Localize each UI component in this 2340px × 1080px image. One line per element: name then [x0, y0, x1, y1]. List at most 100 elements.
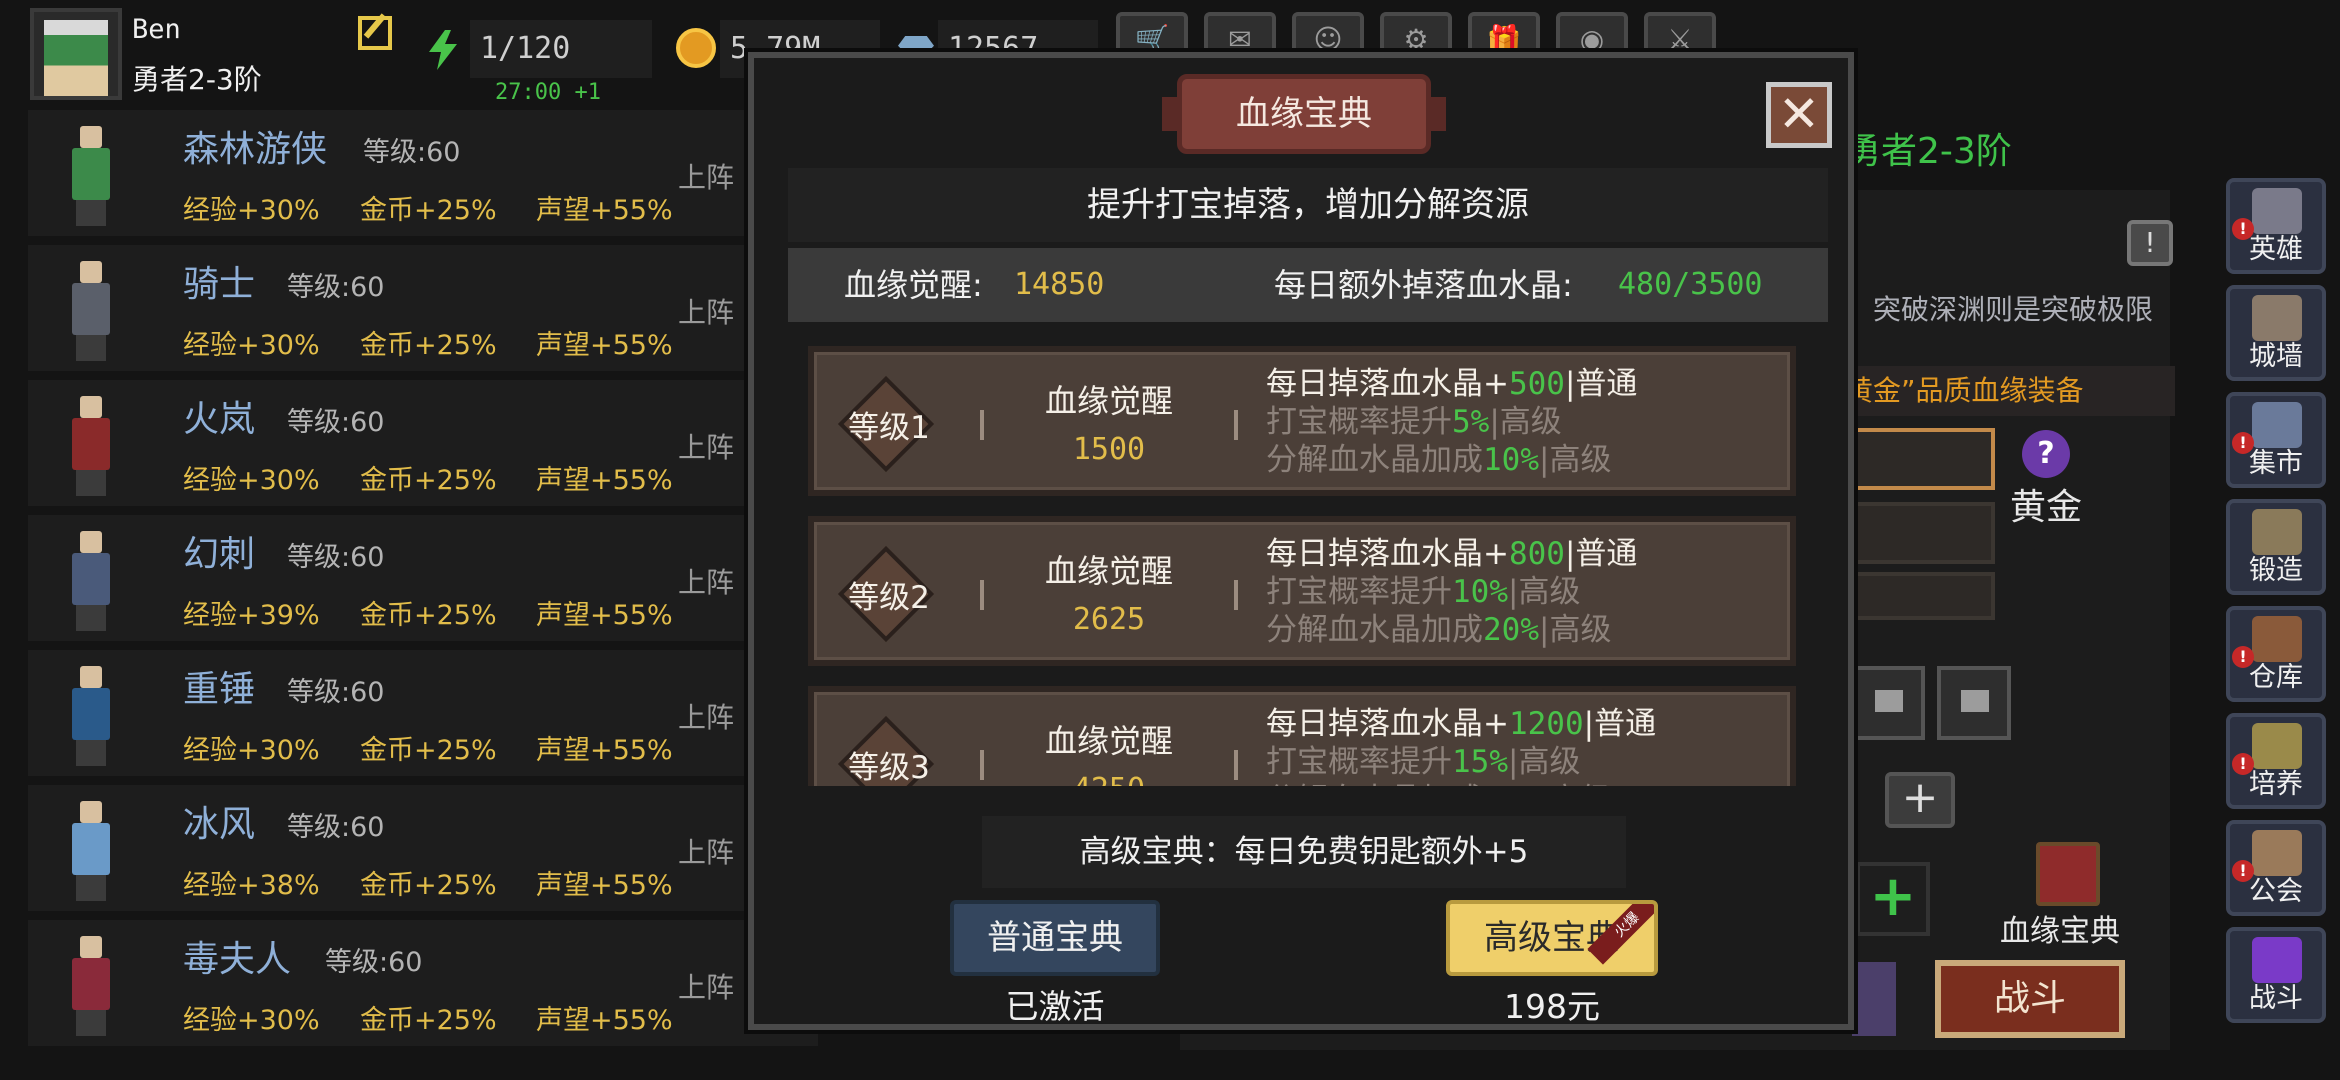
hero-sprite — [50, 120, 132, 230]
modal-title: 血缘宝典 — [1162, 74, 1446, 154]
side-menu-button[interactable]: ! 仓库 — [2226, 606, 2326, 702]
locked-slot-lock-icon[interactable] — [1851, 666, 1925, 740]
side-menu-label: 培养 — [2249, 769, 2303, 800]
tier-reward-line: 分解血水晶加成10%|高级 — [1266, 434, 1611, 479]
hero-sprite — [50, 255, 132, 365]
hero-name: 火岚 — [183, 399, 256, 440]
premium-codex-price: 198元 — [1504, 987, 1600, 1026]
daily-drop-value: 480/3500 — [1618, 267, 1763, 302]
premium-codex-button[interactable]: 高级宝典 火爆 — [1446, 900, 1658, 976]
add-green-button[interactable]: + — [1856, 862, 1930, 936]
hero-exp-bonus: 经验+30% — [183, 330, 320, 361]
hero-sprite-head — [80, 801, 102, 823]
add-button[interactable]: + — [1885, 772, 1955, 828]
stamina-counter: 1/120 — [470, 20, 652, 78]
edit-name-icon[interactable] — [358, 16, 392, 50]
hero-gold-bonus: 金币+25% — [360, 195, 497, 226]
fight-button[interactable]: 战斗 — [1935, 960, 2125, 1038]
side-menu-label: 集市 — [2249, 448, 2303, 479]
hero-gold-bonus: 金币+25% — [360, 1005, 497, 1036]
hero-deploy-button[interactable]: 上阵 — [678, 561, 734, 601]
hero-name: 重锤 — [183, 669, 256, 710]
side-menu-button[interactable]: ! 培养 — [2226, 713, 2326, 809]
tier-level-label: 等级3 — [848, 750, 930, 786]
tier-card: 等级2 血缘觉醒 2625 每日掉落血水晶+800|普通 打宝概率提升10%|高级 分解血… — [808, 516, 1796, 666]
hero-gold-bonus: 金币+25% — [360, 870, 497, 901]
hero-exp-bonus: 经验+30% — [183, 1005, 320, 1036]
hero-sprite-body — [72, 688, 110, 740]
player-avatar[interactable] — [30, 8, 122, 100]
bloodline-stats: 血缘觉醒: 14850 每日额外掉落血水晶: 480/3500 — [788, 248, 1828, 322]
side-menu-label: 战斗 — [2249, 983, 2303, 1014]
hero-row[interactable]: 毒夫人 等级:60 经验+30% 金币+25% 声望+55% 上阵 — [28, 920, 818, 1050]
divider — [1234, 580, 1238, 610]
tier-reward-grade: |高级 — [1539, 612, 1612, 648]
question-icon[interactable]: ? — [2022, 430, 2070, 478]
hero-sprite-legs — [76, 740, 106, 766]
side-menu-button[interactable]: 城墙 — [2226, 285, 2326, 381]
tier-reward-value: 30% — [1483, 782, 1539, 786]
hero-exp-bonus: 经验+39% — [183, 600, 320, 631]
hero-sprite-body — [72, 148, 110, 200]
hero-sprite-legs — [76, 605, 106, 631]
tier-reward-grade: |高级 — [1539, 442, 1612, 478]
avatar-portrait — [44, 20, 108, 96]
hero-deploy-button[interactable]: 上阵 — [678, 291, 734, 331]
background-description: ，突破深渊则是突破极限 — [1845, 293, 2154, 326]
hero-deploy-button[interactable]: 上阵 — [678, 156, 734, 196]
hero-row[interactable]: 重锤 等级:60 经验+30% 金币+25% 声望+55% 上阵 — [28, 650, 818, 780]
hero-fame-bonus: 声望+55% — [536, 870, 673, 901]
hero-name: 幻刺 — [183, 534, 256, 575]
modal-subtitle: 提升打宝掉落，增加分解资源 — [788, 168, 1828, 242]
hero-sprite-legs — [76, 1010, 106, 1036]
basic-codex-button[interactable]: 普通宝典 — [950, 900, 1160, 976]
hero-fame-bonus: 声望+55% — [536, 735, 673, 766]
equip-slot[interactable] — [1845, 572, 1995, 620]
premium-note: 高级宝典：每日免费钥匙额外+5 — [982, 816, 1626, 888]
side-menu-button[interactable]: ! 英雄 — [2226, 178, 2326, 274]
background-gold-banner: 黄金”品质血缘装备 — [1845, 366, 2175, 416]
side-menu-button[interactable]: ! 公会 — [2226, 820, 2326, 916]
bloodline-codex-modal: 血缘宝典 ✕ 提升打宝掉落，增加分解资源 血缘觉醒: 14850 每日额外掉落血… — [748, 52, 1854, 1030]
hero-row[interactable]: 幻刺 等级:60 经验+39% 金币+25% 声望+55% 上阵 — [28, 515, 818, 645]
tier-reward-line: 分解血水晶加成30%|高级 — [1266, 774, 1611, 786]
tier-requirement-value: 1500 — [1072, 432, 1146, 467]
hero-row[interactable]: 骑士 等级:60 经验+30% 金币+25% 声望+55% 上阵 — [28, 245, 818, 375]
hero-name: 冰风 — [183, 804, 256, 845]
tier-reward-grade: |高级 — [1539, 782, 1611, 786]
tier-requirement-label: 血缘觉醒 — [1044, 552, 1173, 590]
tier-requirement-value: 2625 — [1072, 602, 1146, 637]
hero-deploy-button[interactable]: 上阵 — [678, 696, 734, 736]
side-menu-button[interactable]: 战斗 — [2226, 927, 2326, 1023]
equip-slot[interactable] — [1845, 428, 1995, 490]
hero-name: 毒夫人 — [183, 939, 292, 980]
hero-deploy-button[interactable]: 上阵 — [678, 426, 734, 466]
tier-reward-value: 20% — [1483, 612, 1539, 648]
hero-sprite — [50, 525, 132, 635]
locked-slot-lock-icon[interactable] — [1937, 666, 2011, 740]
equip-slot[interactable] — [1845, 502, 1995, 564]
hero-row[interactable]: 冰风 等级:60 经验+38% 金币+25% 声望+55% 上阵 — [28, 785, 818, 915]
hero-sprite-legs — [76, 470, 106, 496]
hero-list: 森林游侠 等级:60 经验+30% 金币+25% 声望+55% 上阵骑士 等级:60 经验+3… — [28, 110, 818, 1050]
hero-name: 骑士 — [183, 264, 256, 305]
side-menu-button[interactable]: ! 集市 — [2226, 392, 2326, 488]
hero-sprite-body — [72, 418, 110, 470]
hero-exp-bonus: 经验+30% — [183, 465, 320, 496]
tier-list[interactable]: 等级1 血缘觉醒 1500 每日掉落血水晶+500|普通 打宝概率提升5%|高级 分解血水… — [788, 338, 1828, 786]
hero-sprite-body — [72, 283, 110, 335]
hero-level: 等级:60 — [287, 272, 385, 303]
close-button[interactable]: ✕ — [1766, 82, 1832, 148]
hero-row[interactable]: 森林游侠 等级:60 经验+30% 金币+25% 声望+55% 上阵 — [28, 110, 818, 240]
hero-gold-bonus: 金币+25% — [360, 600, 497, 631]
hero-sprite-head — [80, 531, 102, 553]
hero-deploy-button[interactable]: 上阵 — [678, 966, 734, 1006]
side-menu-button[interactable]: 锻造 — [2226, 499, 2326, 595]
bloodline-book-icon[interactable] — [2036, 842, 2100, 906]
hero-row[interactable]: 火岚 等级:60 经验+30% 金币+25% 声望+55% 上阵 — [28, 380, 818, 510]
hero-deploy-button[interactable]: 上阵 — [678, 831, 734, 871]
hero-sprite-head — [80, 666, 102, 688]
player-rank: 勇者2-3阶 — [132, 63, 262, 96]
info-button[interactable]: ! — [2127, 220, 2173, 266]
stamina-icon — [429, 30, 457, 70]
